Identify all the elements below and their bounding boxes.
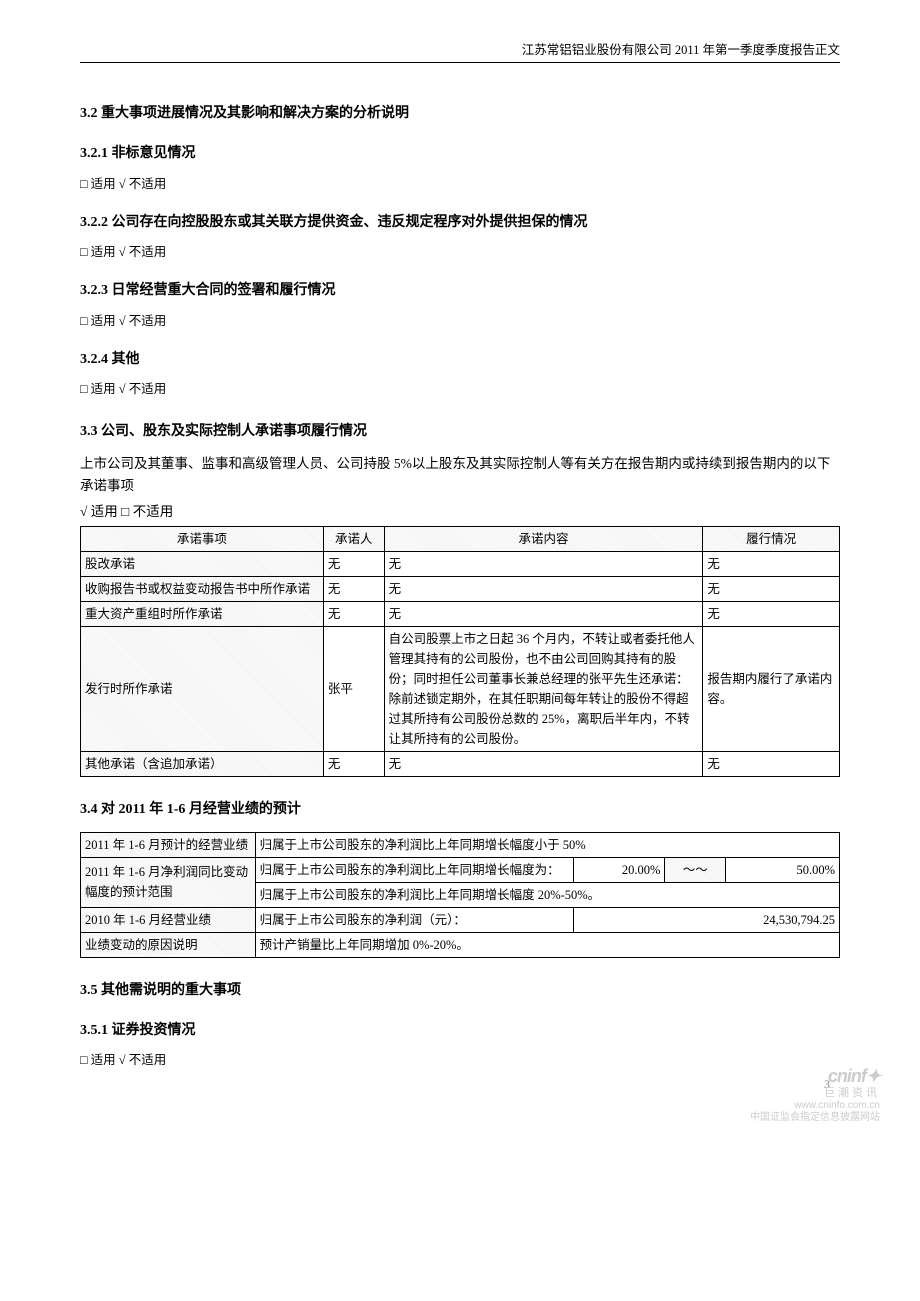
table-row: 2010 年 1-6 月经营业绩 归属于上市公司股东的净利润（元）： 24,53…: [81, 907, 840, 932]
th-status: 履行情况: [703, 527, 840, 552]
heading-3-2: 3.2 重大事项进展情况及其影响和解决方案的分析说明: [80, 103, 840, 125]
cell-item: 收购报告书或权益变动报告书中所作承诺: [81, 577, 324, 602]
intro-3-3: 上市公司及其董事、监事和高级管理人员、公司持股 5%以上股东及其实际控制人等有关…: [80, 453, 840, 496]
table-row: 收购报告书或权益变动报告书中所作承诺 无 无 无: [81, 577, 840, 602]
cell-item: 重大资产重组时所作承诺: [81, 602, 324, 627]
cell-person: 张平: [323, 627, 384, 752]
cell-person: 无: [323, 552, 384, 577]
logo-text: cninf: [828, 1066, 866, 1086]
cell-content: 无: [384, 602, 703, 627]
commitment-table: 承诺事项 承诺人 承诺内容 履行情况 股改承诺 无 无 无 收购报告书或权益变动…: [80, 526, 840, 777]
desc-suffix: 为：: [535, 863, 560, 877]
cell-tilde: ～～: [665, 857, 726, 882]
cell-label: 2011 年 1-6 月净利润同比变动幅度的预计范围: [81, 857, 256, 907]
table-row: 重大资产重组时所作承诺 无 无 无: [81, 602, 840, 627]
table-row: 股改承诺 无 无 无: [81, 552, 840, 577]
cell-amount: 24,530,794.25: [574, 907, 840, 932]
page-header: 江苏常铝铝业股份有限公司 2011 年第一季度季度报告正文: [80, 40, 840, 63]
forecast-table: 2011 年 1-6 月预计的经营业绩 归属于上市公司股东的净利润比上年同期增长…: [80, 832, 840, 958]
applicable-3-5-1: □ 适用 √ 不适用: [80, 1050, 840, 1070]
cell-desc: 归属于上市公司股东的净利润（元）：: [255, 907, 574, 932]
table-row: 2011 年 1-6 月净利润同比变动幅度的预计范围 归属于上市公司股东的净利润…: [81, 857, 840, 882]
cell-value: 归属于上市公司股东的净利润比上年同期增长幅度小于 50%: [255, 832, 839, 857]
cell-reason: 预计产销量比上年同期增加 0%-20%。: [255, 932, 839, 957]
cell-item: 其他承诺（含追加承诺）: [81, 752, 324, 777]
cell-range-text: 归属于上市公司股东的净利润比上年同期增长幅度 20%-50%。: [255, 882, 839, 907]
cell-desc: 归属于上市公司股东的净利润比上年同期增长幅度为：: [255, 857, 574, 882]
cell-status: 无: [703, 752, 840, 777]
heading-3-2-1: 3.2.1 非标意见情况: [80, 143, 840, 165]
table-row: 业绩变动的原因说明 预计产销量比上年同期增加 0%-20%。: [81, 932, 840, 957]
table-header-row: 承诺事项 承诺人 承诺内容 履行情况: [81, 527, 840, 552]
heading-3-2-4: 3.2.4 其他: [80, 349, 840, 371]
table-row: 发行时所作承诺 张平 自公司股票上市之日起 36 个月内，不转让或者委托他人管理…: [81, 627, 840, 752]
cell-item: 股改承诺: [81, 552, 324, 577]
cell-person: 无: [323, 752, 384, 777]
cell-content: 无: [384, 577, 703, 602]
watermark: cninf✦ 巨潮资讯 www.cninfo.com.cn 中国证监会指定信息披…: [750, 1066, 880, 1125]
watermark-tagline: 中国证监会指定信息披露网站: [750, 1112, 880, 1124]
cell-status: 无: [703, 552, 840, 577]
cell-status: 无: [703, 602, 840, 627]
cell-item: 发行时所作承诺: [81, 627, 324, 752]
th-content: 承诺内容: [384, 527, 703, 552]
watermark-logo-en: cninf✦: [750, 1066, 880, 1088]
applicable-3-2-2: □ 适用 √ 不适用: [80, 242, 840, 262]
cell-label: 2010 年 1-6 月经营业绩: [81, 907, 256, 932]
watermark-url: www.cninfo.com.cn: [750, 1100, 880, 1112]
heading-3-5-1: 3.5.1 证券投资情况: [80, 1020, 840, 1042]
desc-text: 归属于上市公司股东的净利润比上年同期增长幅度: [260, 863, 535, 877]
heading-3-4: 3.4 对 2011 年 1-6 月经营业绩的预计: [80, 799, 840, 821]
cell-status: 无: [703, 577, 840, 602]
th-item: 承诺事项: [81, 527, 324, 552]
heading-3-2-2: 3.2.2 公司存在向控股股东或其关联方提供资金、违反规定程序对外提供担保的情况: [80, 212, 840, 234]
cell-person: 无: [323, 577, 384, 602]
cell-content: 无: [384, 752, 703, 777]
cell-label: 2011 年 1-6 月预计的经营业绩: [81, 832, 256, 857]
watermark-logo-cn: 巨潮资讯: [750, 1087, 880, 1100]
cell-low: 20.00%: [574, 857, 665, 882]
th-person: 承诺人: [323, 527, 384, 552]
cell-high: 50.00%: [726, 857, 840, 882]
applicable-3-3: √ 适用 □ 不适用: [80, 501, 840, 523]
heading-3-2-3: 3.2.3 日常经营重大合同的签署和履行情况: [80, 280, 840, 302]
table-row: 2011 年 1-6 月预计的经营业绩 归属于上市公司股东的净利润比上年同期增长…: [81, 832, 840, 857]
applicable-3-2-1: □ 适用 √ 不适用: [80, 174, 840, 194]
cell-label: 业绩变动的原因说明: [81, 932, 256, 957]
heading-3-3: 3.3 公司、股东及实际控制人承诺事项履行情况: [80, 421, 840, 443]
table-row: 其他承诺（含追加承诺） 无 无 无: [81, 752, 840, 777]
header-text: 江苏常铝铝业股份有限公司 2011 年第一季度季度报告正文: [522, 43, 840, 57]
cell-content: 无: [384, 552, 703, 577]
heading-3-5: 3.5 其他需说明的重大事项: [80, 980, 840, 1002]
cell-content: 自公司股票上市之日起 36 个月内，不转让或者委托他人管理其持有的公司股份，也不…: [384, 627, 703, 752]
swoosh-icon: ✦: [866, 1066, 880, 1086]
applicable-3-2-4: □ 适用 √ 不适用: [80, 379, 840, 399]
cell-person: 无: [323, 602, 384, 627]
applicable-3-2-3: □ 适用 √ 不适用: [80, 311, 840, 331]
cell-status: 报告期内履行了承诺内容。: [703, 627, 840, 752]
label-text: 2011 年 1-6 月净利润同比变动幅度的预计范围: [85, 865, 248, 899]
